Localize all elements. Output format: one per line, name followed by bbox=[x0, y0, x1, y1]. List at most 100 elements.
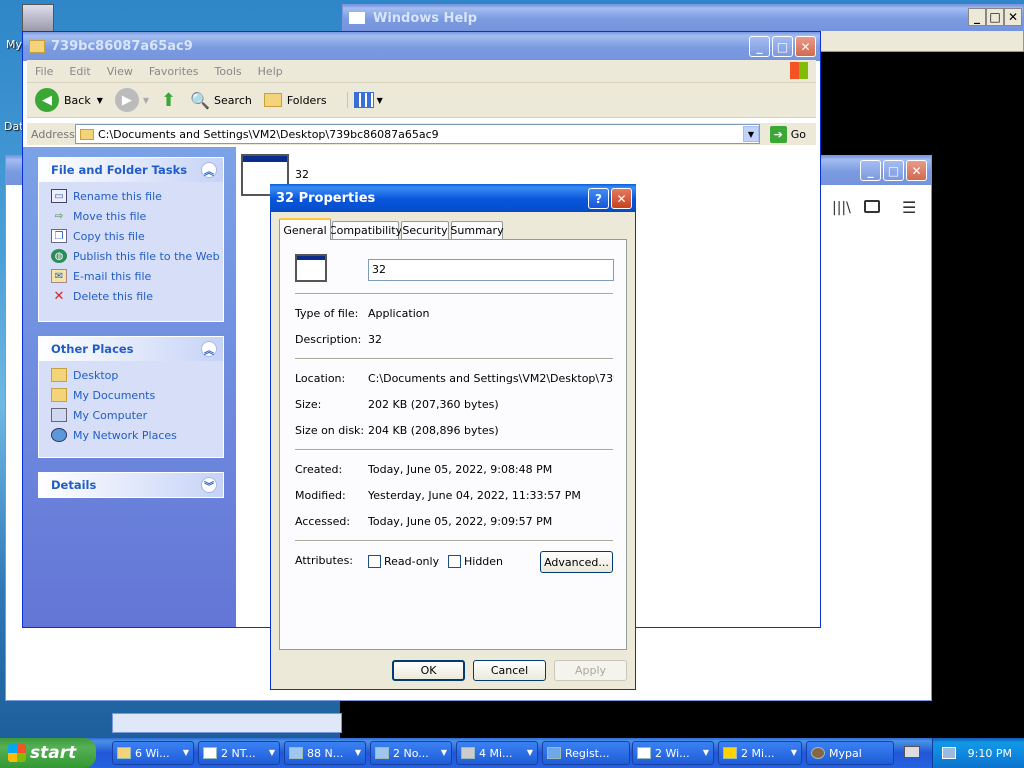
help-maximize-button[interactable]: □ bbox=[986, 8, 1004, 26]
place-label: My Documents bbox=[73, 388, 156, 402]
taskbar-item-3[interactable]: 88 N... ▼ bbox=[284, 741, 366, 765]
address-dropdown-icon[interactable]: ▼ bbox=[743, 126, 759, 142]
browser-minimize-button[interactable]: _ bbox=[860, 160, 881, 181]
place-label: Desktop bbox=[73, 368, 119, 382]
browser-close-button[interactable]: ✕ bbox=[906, 160, 927, 181]
place-label: My Computer bbox=[73, 408, 148, 422]
folders-button[interactable]: Folders bbox=[263, 93, 327, 107]
properties-close-button[interactable]: ✕ bbox=[611, 188, 632, 209]
place-my-documents[interactable]: My Documents bbox=[39, 385, 223, 405]
file-name-input[interactable]: 32 bbox=[368, 259, 614, 281]
type-value: Application bbox=[368, 307, 430, 320]
readonly-checkbox[interactable] bbox=[368, 555, 381, 568]
back-button[interactable]: ◀ Back ▼ bbox=[35, 88, 103, 112]
explorer-titlebar[interactable]: 739bc86087a65ac9 bbox=[23, 32, 820, 61]
address-field[interactable]: C:\Documents and Settings\VM2\Desktop\73… bbox=[75, 124, 760, 144]
search-label: Search bbox=[214, 93, 252, 107]
hidden-checkbox[interactable] bbox=[448, 555, 461, 568]
folders-label: Folders bbox=[286, 93, 327, 107]
expand-chevron-icon[interactable]: ︾ bbox=[201, 477, 217, 493]
file-tasks-header[interactable]: File and Folder Tasks ︽ bbox=[39, 158, 223, 182]
details-header[interactable]: Details ︾ bbox=[39, 473, 223, 497]
window-icon bbox=[637, 747, 651, 759]
up-folder-icon: ⬆ bbox=[161, 89, 177, 111]
help-minimize-button[interactable]: _ bbox=[968, 8, 986, 26]
taskbar-item-5[interactable]: 4 Mi... ▼ bbox=[456, 741, 538, 765]
apply-button[interactable]: Apply bbox=[554, 660, 627, 681]
task-label: Regist... bbox=[565, 746, 610, 760]
readonly-label[interactable]: Read-only bbox=[384, 555, 439, 568]
browser-maximize-button[interactable]: □ bbox=[883, 160, 904, 181]
menu-favorites[interactable]: Favorites bbox=[149, 65, 199, 78]
copy-icon: ❐ bbox=[51, 229, 67, 243]
task-copy-file[interactable]: ❐ Copy this file bbox=[39, 226, 223, 246]
start-button[interactable]: start bbox=[0, 738, 96, 768]
up-folder-button[interactable]: ⬆ bbox=[161, 90, 176, 111]
help-titlebar[interactable]: Windows Help bbox=[343, 5, 1023, 31]
go-label: Go bbox=[790, 127, 806, 141]
sidebar-toggle-icon[interactable] bbox=[864, 200, 880, 213]
desktop-icon-dat[interactable]: Dat bbox=[4, 120, 24, 133]
file-name-value: 32 bbox=[372, 263, 386, 276]
help-icon bbox=[723, 747, 737, 759]
desktop-icon-my[interactable]: My bbox=[6, 38, 22, 51]
menu-edit[interactable]: Edit bbox=[69, 65, 90, 78]
back-dropdown-icon[interactable]: ▼ bbox=[97, 96, 103, 105]
help-close-button[interactable]: ✕ bbox=[1004, 8, 1022, 26]
hidden-label[interactable]: Hidden bbox=[464, 555, 503, 568]
task-move-file[interactable]: ⇨ Move this file bbox=[39, 206, 223, 226]
task-delete-file[interactable]: ✕ Delete this file bbox=[39, 286, 223, 306]
collapse-chevron-icon[interactable]: ︽ bbox=[201, 341, 217, 357]
dropdown-arrow-icon: ▼ bbox=[526, 748, 533, 757]
tab-summary[interactable]: Summary bbox=[450, 221, 504, 239]
menu-help[interactable]: Help bbox=[258, 65, 283, 78]
clock[interactable]: 9:10 PM bbox=[968, 747, 1012, 760]
taskbar-item-8[interactable]: 2 Mi... ▼ bbox=[718, 741, 802, 765]
taskbar-item-6[interactable]: Regist... bbox=[542, 741, 630, 765]
menu-file[interactable]: File bbox=[35, 65, 53, 78]
task-publish-web[interactable]: ◍ Publish this file to the Web bbox=[39, 246, 223, 266]
properties-titlebar[interactable]: 32 Properties bbox=[270, 184, 636, 212]
tab-compatibility[interactable]: Compatibility bbox=[329, 221, 402, 239]
place-desktop[interactable]: Desktop bbox=[39, 365, 223, 385]
forward-button[interactable]: ▶ ▼ bbox=[114, 88, 149, 112]
network-tray-icon[interactable] bbox=[941, 747, 956, 759]
hamburger-menu-icon[interactable]: ☰ bbox=[902, 198, 916, 217]
place-my-computer[interactable]: My Computer bbox=[39, 405, 223, 425]
tab-general[interactable]: General bbox=[279, 218, 331, 240]
browser-scroll-input[interactable] bbox=[112, 713, 342, 733]
size-value: 202 KB (207,360 bytes) bbox=[368, 398, 499, 411]
taskbar-item-7[interactable]: 2 Wi... ▼ bbox=[632, 741, 714, 765]
my-computer-desktop-icon[interactable] bbox=[22, 4, 54, 32]
menu-tools[interactable]: Tools bbox=[215, 65, 242, 78]
taskbar-item-4[interactable]: 2 No... ▼ bbox=[370, 741, 452, 765]
advanced-button[interactable]: Advanced... bbox=[540, 551, 613, 573]
cancel-button[interactable]: Cancel bbox=[473, 660, 546, 681]
taskbar-item-9[interactable]: Mypal bbox=[806, 741, 894, 765]
explorer-close-button[interactable]: ✕ bbox=[795, 36, 816, 57]
task-rename-file[interactable]: ▭ Rename this file bbox=[39, 186, 223, 206]
taskbar: start 6 Wi... ▼ 2 NT... ▼ 88 N... ▼ 2 No...… bbox=[0, 738, 1024, 768]
taskbar-item-2[interactable]: 2 NT... ▼ bbox=[198, 741, 280, 765]
collapse-chevron-icon[interactable]: ︽ bbox=[201, 162, 217, 178]
library-icon[interactable]: |||\ bbox=[832, 200, 851, 216]
place-my-network[interactable]: My Network Places bbox=[39, 425, 223, 445]
explorer-maximize-button[interactable]: □ bbox=[772, 36, 793, 57]
task-email-file[interactable]: ✉ E-mail this file bbox=[39, 266, 223, 286]
help-question-button[interactable]: ? bbox=[588, 188, 609, 209]
views-button[interactable]: ▼ bbox=[346, 92, 383, 108]
other-places-panel: Other Places ︽ Desktop My Documents My C… bbox=[38, 336, 224, 458]
back-arrow-icon: ◀ bbox=[35, 88, 59, 112]
tab-security[interactable]: Security bbox=[401, 221, 449, 239]
search-icon: 🔍 bbox=[190, 90, 211, 110]
keyboard-icon[interactable] bbox=[904, 746, 920, 758]
taskbar-item-1[interactable]: 6 Wi... ▼ bbox=[112, 741, 194, 765]
other-places-header[interactable]: Other Places ︽ bbox=[39, 337, 223, 361]
explorer-minimize-button[interactable]: _ bbox=[749, 36, 770, 57]
search-button[interactable]: 🔍 Search bbox=[190, 91, 252, 110]
go-button[interactable]: ➔ Go bbox=[769, 125, 806, 143]
task-label: 4 Mi... bbox=[479, 746, 513, 760]
menu-view[interactable]: View bbox=[107, 65, 133, 78]
properties-dialog[interactable]: 32 Properties ? ✕ General Compatibility … bbox=[270, 184, 636, 690]
ok-button[interactable]: OK bbox=[392, 660, 465, 681]
